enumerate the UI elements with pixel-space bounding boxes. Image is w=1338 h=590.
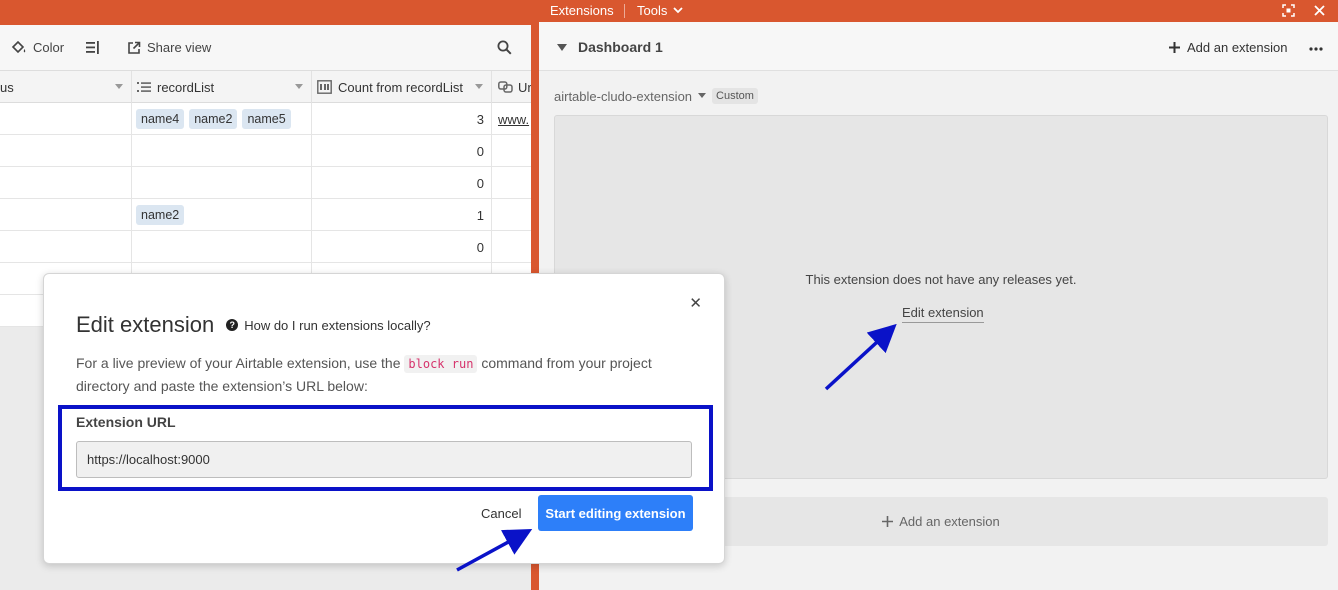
edit-extension-dialog: ✕ Edit extension ? How do I run extensio…: [43, 273, 725, 564]
custom-badge: Custom: [712, 88, 758, 104]
chevron-down-icon: [475, 84, 483, 89]
tab-tools-label: Tools: [637, 3, 668, 18]
url-cell[interactable]: www.: [492, 103, 531, 135]
extensions-topbar: Extensions Tools: [539, 0, 1338, 22]
header-url[interactable]: Ur: [492, 71, 531, 103]
search-icon: [497, 40, 512, 55]
url-cell[interactable]: [492, 135, 531, 167]
dialog-title-row: Edit extension ? How do I run extensions…: [76, 312, 431, 338]
row-height-button[interactable]: [86, 41, 100, 54]
linked-record-chip[interactable]: name2: [189, 109, 238, 129]
recordlist-cell[interactable]: [132, 135, 312, 167]
count-cell[interactable]: 0: [312, 135, 492, 167]
count-cell[interactable]: 3: [312, 103, 492, 135]
chevron-down-icon[interactable]: [698, 93, 707, 99]
status-cell[interactable]: [0, 199, 132, 231]
count-value: 0: [476, 239, 484, 255]
color-label: Color: [33, 40, 65, 55]
view-toolbar: Color Share view: [0, 25, 531, 71]
header-recordlist-label: recordList: [157, 79, 215, 95]
header-count-label: Count from recordList: [338, 79, 463, 95]
left-topbar: [0, 0, 531, 25]
linked-record-chip[interactable]: name4: [136, 109, 185, 129]
table-row[interactable]: name2 1: [0, 199, 531, 231]
extension-name[interactable]: airtable-cludo-extension: [554, 89, 692, 104]
count-value: 1: [476, 207, 484, 223]
chevron-down-icon: [673, 7, 683, 14]
count-cell[interactable]: 0: [312, 167, 492, 199]
count-value: 0: [476, 143, 484, 159]
header-status[interactable]: us: [0, 71, 132, 103]
close-icon[interactable]: [1314, 5, 1325, 16]
row-height-icon: [86, 41, 99, 54]
cancel-button[interactable]: Cancel: [481, 506, 521, 521]
help-icon[interactable]: ?: [226, 319, 239, 331]
tab-separator: [624, 4, 625, 18]
tab-tools[interactable]: Tools: [637, 3, 683, 18]
url-cell[interactable]: [492, 231, 531, 263]
tab-extensions[interactable]: Extensions: [550, 3, 614, 18]
count-cell[interactable]: 0: [312, 231, 492, 263]
collapse-caret-icon[interactable]: [557, 44, 567, 51]
table-row[interactable]: 0: [0, 135, 531, 167]
url-value[interactable]: www.: [492, 112, 529, 127]
share-view-button[interactable]: Share view: [127, 40, 211, 55]
table-row[interactable]: 0: [0, 231, 531, 263]
chevron-down-icon: [115, 84, 123, 89]
table-row[interactable]: name4 name2 name5 3 www.: [0, 103, 531, 135]
recordlist-cell[interactable]: name4 name2 name5: [132, 103, 312, 135]
url-cell[interactable]: [492, 199, 531, 231]
plus-icon: [882, 516, 894, 527]
linked-record-chip[interactable]: name5: [242, 109, 291, 129]
status-cell[interactable]: [0, 231, 132, 263]
block-run-code: block run: [404, 355, 478, 373]
linked-record-chip[interactable]: name2: [136, 205, 185, 225]
status-cell[interactable]: [0, 135, 132, 167]
count-value: 3: [476, 111, 484, 127]
paint-bucket-icon: [11, 40, 26, 53]
table-row[interactable]: 0: [0, 167, 531, 199]
help-link[interactable]: How do I run extensions locally?: [244, 318, 430, 333]
add-extension-header-label: Add an extension: [1187, 40, 1288, 55]
add-extension-bottom-label: Add an extension: [899, 514, 1000, 529]
fullscreen-icon[interactable]: [1282, 4, 1295, 17]
share-view-label: Share view: [147, 40, 212, 55]
add-extension-header-button[interactable]: Add an extension: [1169, 40, 1287, 55]
count-value: 0: [476, 175, 484, 191]
extension-url-input[interactable]: [76, 441, 692, 478]
count-cell[interactable]: 1: [312, 199, 492, 231]
status-cell[interactable]: [0, 103, 132, 135]
dashboard-title[interactable]: Dashboard 1: [578, 39, 663, 55]
header-count[interactable]: Count from recordList: [312, 71, 492, 103]
recordlist-cell[interactable]: [132, 231, 312, 263]
url-cell[interactable]: [492, 167, 531, 199]
header-status-label: us: [0, 79, 14, 95]
dashboard-header: Dashboard 1 Add an extension: [539, 22, 1338, 71]
header-recordlist[interactable]: recordList: [132, 71, 312, 103]
dialog-description: For a live preview of your Airtable exte…: [76, 352, 696, 397]
edit-extension-link[interactable]: Edit extension: [902, 305, 984, 323]
dialog-title: Edit extension: [76, 312, 215, 337]
extension-url-label: Extension URL: [76, 414, 176, 430]
start-editing-button[interactable]: Start editing extension: [538, 495, 693, 531]
extension-name-row: airtable-cludo-extension Custom: [554, 88, 758, 104]
more-options-icon[interactable]: [1309, 47, 1323, 51]
close-icon[interactable]: ✕: [689, 294, 702, 312]
plus-icon: [1169, 42, 1180, 53]
linked-record-icon: [137, 82, 151, 92]
recordlist-cell[interactable]: name2: [132, 199, 312, 231]
desc-text-1: For a live preview of your Airtable exte…: [76, 355, 405, 371]
chevron-down-icon: [295, 84, 303, 89]
recordlist-cell[interactable]: [132, 167, 312, 199]
count-field-icon: [317, 80, 332, 94]
color-button[interactable]: Color: [11, 40, 64, 55]
search-button[interactable]: [497, 40, 512, 55]
header-url-label: Ur: [518, 79, 531, 95]
grid-header: us recordList Count from recordList Ur: [0, 71, 531, 103]
link-icon: [498, 81, 513, 93]
status-cell[interactable]: [0, 167, 132, 199]
share-icon: [128, 41, 141, 54]
